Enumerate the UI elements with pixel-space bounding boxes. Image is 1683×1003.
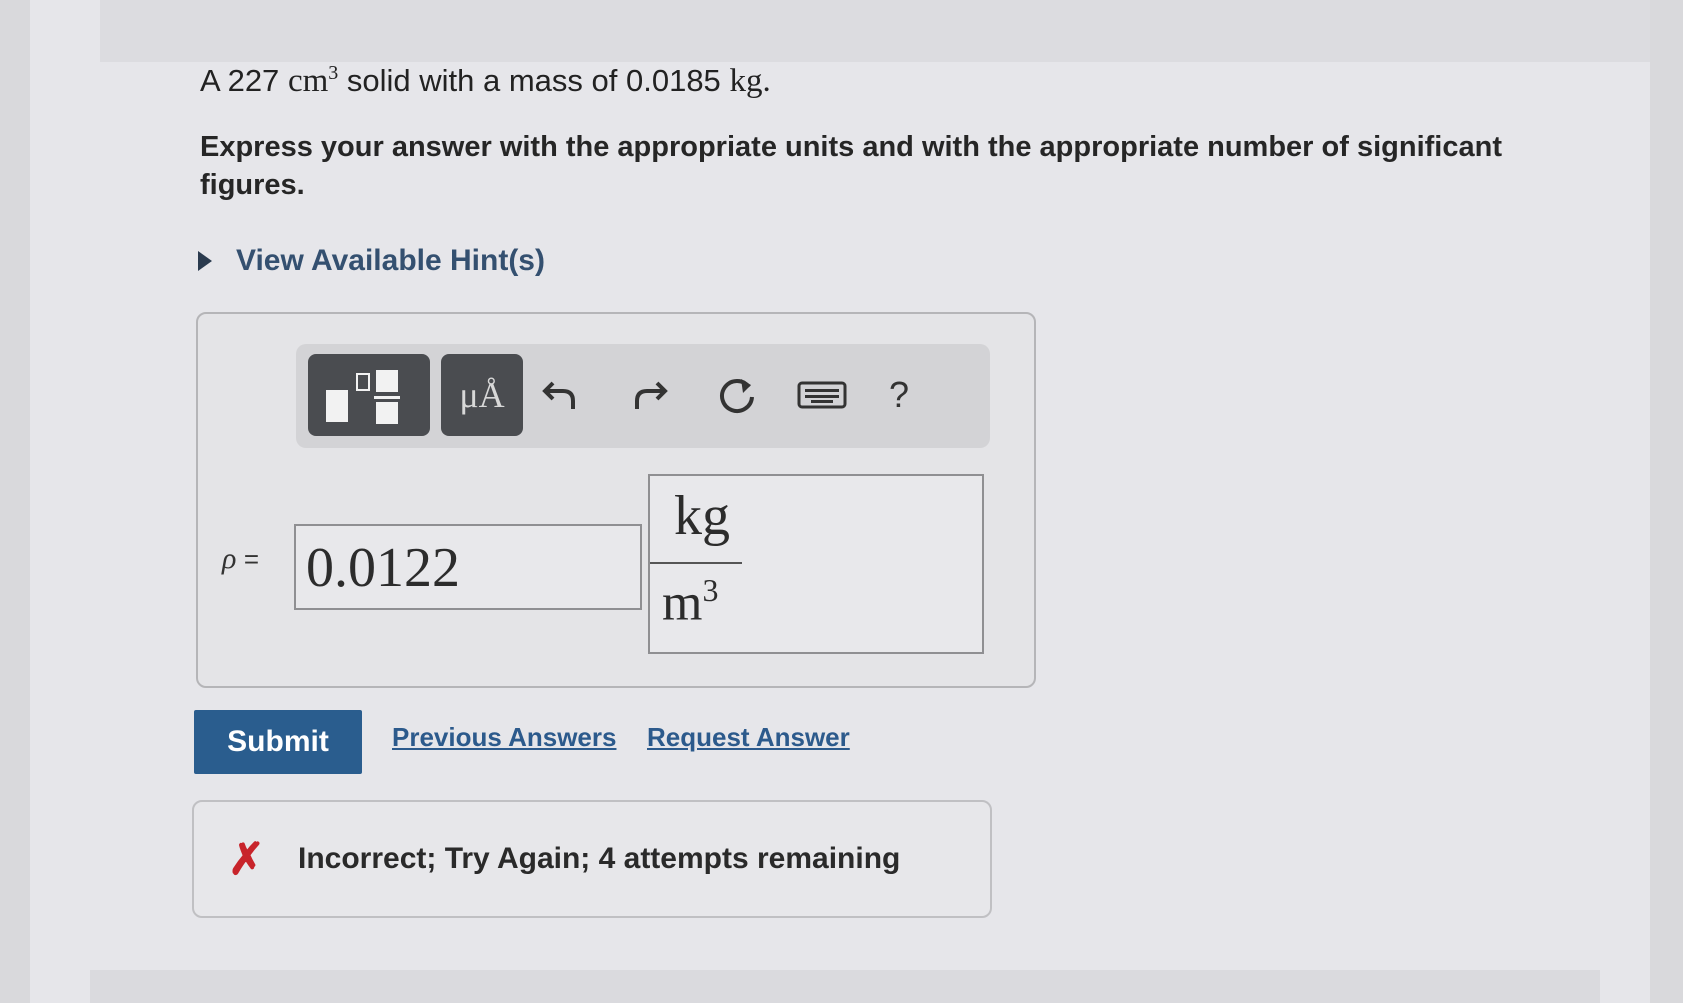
hint-label: View Available Hint(s) bbox=[236, 244, 545, 277]
keyboard-icon[interactable] bbox=[796, 372, 848, 418]
redo-icon[interactable] bbox=[626, 372, 672, 418]
feedback-panel: ✗ Incorrect; Try Again; 4 attempts remai… bbox=[192, 800, 992, 918]
problem-prefix: A 227 bbox=[200, 63, 280, 98]
unit-numerator: kg bbox=[674, 485, 730, 547]
math-toolbar: μÅ ? bbox=[296, 344, 990, 448]
view-hints-toggle[interactable]: View Available Hint(s) bbox=[198, 244, 545, 278]
undo-icon[interactable] bbox=[538, 372, 584, 418]
templates-button[interactable] bbox=[308, 354, 430, 436]
caret-right-icon bbox=[198, 251, 212, 271]
instruction-text: Express your answer with the appropriate… bbox=[200, 131, 1502, 201]
fraction-template-icon bbox=[326, 370, 400, 424]
mass-unit: kg bbox=[729, 63, 763, 99]
answer-value-input[interactable]: 0.0122 bbox=[294, 524, 642, 610]
answer-unit-input[interactable]: kg m3 bbox=[648, 474, 984, 654]
header-band bbox=[100, 0, 1650, 62]
variable-label: ρ = bbox=[222, 542, 260, 575]
units-button[interactable]: μÅ bbox=[441, 354, 523, 436]
unit-denominator: m3 bbox=[662, 572, 719, 632]
request-answer-link[interactable]: Request Answer bbox=[647, 722, 850, 753]
fraction-bar bbox=[650, 562, 742, 564]
answer-panel: μÅ ? ρ = 0.0122 kg m3 bbox=[196, 312, 1036, 688]
help-icon[interactable]: ? bbox=[876, 372, 922, 418]
footer-band bbox=[90, 970, 1600, 1003]
feedback-message: Incorrect; Try Again; 4 attempts remaini… bbox=[298, 842, 901, 875]
problem-statement: A 227 cm3 solid with a mass of 0.0185 kg… bbox=[200, 62, 771, 99]
problem-middle: solid with a mass of 0.0185 bbox=[338, 63, 721, 98]
volume-unit: cm3 bbox=[287, 62, 339, 99]
previous-answers-link[interactable]: Previous Answers bbox=[392, 722, 616, 753]
error-x-icon: ✗ bbox=[228, 835, 265, 884]
submit-button[interactable]: Submit bbox=[194, 710, 362, 774]
reset-icon[interactable] bbox=[714, 372, 760, 418]
